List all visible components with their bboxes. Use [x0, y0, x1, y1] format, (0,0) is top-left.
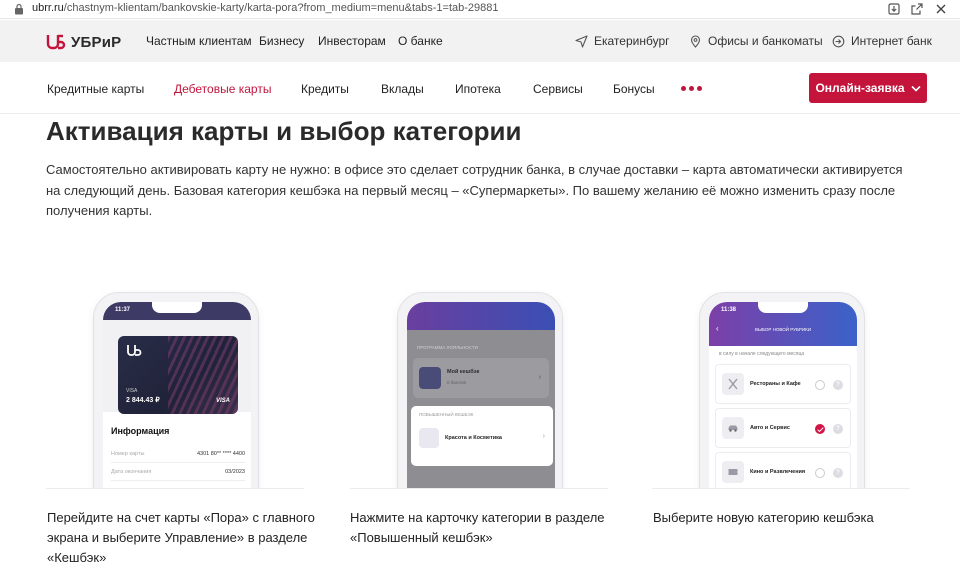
top-navigation: УБРиР Частным клиентам Бизнесу Инвестора… [0, 20, 960, 62]
cinema-icon [722, 461, 744, 483]
screen-header: Выбор новой рубрики [754, 327, 812, 332]
category-item: Авто и Сервис ? [715, 408, 851, 448]
logo-mark-icon [46, 34, 66, 50]
download-icon[interactable] [887, 2, 901, 16]
chevron-down-icon [910, 85, 921, 92]
cutlery-icon [722, 373, 744, 395]
nav-about-bank[interactable]: О банке [398, 34, 443, 48]
nav-mortgage[interactable]: Ипотека [455, 82, 501, 96]
browser-address-bar: ubrr.ru/chastnym-klientam/bankovskie-kar… [0, 0, 960, 19]
category-title: Кино и Развлечения [750, 469, 806, 475]
city-label: Екатеринбург [594, 34, 670, 48]
chevron-right-icon: › [538, 374, 541, 381]
nav-deposits[interactable]: Вклады [381, 82, 424, 96]
offices-label: Офисы и банкоматы [708, 34, 823, 48]
step-3-caption: Выберите новую категорию кешбэка [653, 510, 874, 525]
nav-business[interactable]: Бизнесу [259, 34, 304, 48]
row-label: Дата окончания [111, 469, 152, 475]
nav-debit-cards[interactable]: Дебетовые карты [174, 82, 271, 96]
logo-text: УБРиР [71, 33, 122, 51]
card-type: VISA [126, 388, 138, 394]
info-title: Информация [111, 426, 170, 436]
phone-mockup: ‹ Выбор новой рубрики 11:38 в силу в нач… [699, 292, 865, 489]
online-application-button[interactable]: Онлайн-заявка [809, 73, 927, 103]
card-logo-icon [127, 345, 142, 356]
nav-bonuses[interactable]: Бонусы [613, 82, 655, 96]
close-icon[interactable] [934, 2, 948, 16]
nav-private-clients[interactable]: Частным клиентам [146, 34, 252, 48]
category-item: Рестораны и Кафе ? [715, 364, 851, 404]
info-row: Номер карты 4301 80** **** 4400 [111, 451, 245, 457]
nav-investors[interactable]: Инвесторам [318, 34, 386, 48]
radio-unchecked [815, 468, 825, 478]
cashback-logo-icon [419, 367, 441, 389]
cashback-points: 0 баллов [447, 380, 466, 385]
help-icon: ? [833, 424, 843, 434]
category-title: Рестораны и Кафе [750, 381, 801, 387]
screen-subtitle: в силу в начале следующего месяца [719, 351, 805, 357]
apply-label: Онлайн-заявка [815, 81, 905, 95]
info-row: Дата окончания 03/2023 [111, 469, 245, 475]
increased-cashback-label: Повышенный кешбэк [419, 412, 474, 417]
radio-checked [815, 424, 825, 434]
row-value: 4301 80** **** 4400 [196, 451, 245, 457]
product-navigation: Кредитные карты Дебетовые карты Кредиты … [0, 62, 960, 114]
internet-bank-label: Интернет банк [851, 34, 932, 48]
phone-mockup: Программа лояльности Мой кешбэк 0 баллов… [397, 292, 563, 489]
bank-card: VISA 2 844.43 ₽ VISA [118, 336, 238, 414]
nav-loans[interactable]: Кредиты [301, 82, 349, 96]
share-icon[interactable] [910, 2, 924, 16]
card-brand: VISA [215, 398, 230, 404]
nav-services[interactable]: Сервисы [533, 82, 583, 96]
increased-cashback-card: Повышенный кешбэк Красота и Косметика › [411, 406, 553, 466]
help-icon: ? [833, 380, 843, 390]
login-icon [832, 35, 845, 47]
ubrr-logo[interactable]: УБРиР [46, 32, 121, 52]
cashback-card: Мой кешбэк 0 баллов › [413, 358, 549, 398]
url-field[interactable]: ubrr.ru/chastnym-klientam/bankovskie-kar… [32, 2, 499, 14]
row-value: 03/2023 [225, 469, 245, 475]
page-title: Активация карты и выбор категории [46, 116, 522, 146]
map-pin-icon [690, 34, 701, 48]
url-path: /chastnym-klientam/bankovskie-karty/kart… [63, 2, 499, 14]
card-balance: 2 844.43 ₽ [126, 397, 160, 404]
step-1-caption: Перейдите на счет карты «Пора» с главног… [47, 510, 315, 565]
step-2-caption: Нажмите на карточку категории в разделе … [350, 510, 605, 545]
internet-bank-link[interactable]: Интернет банк [832, 34, 932, 48]
lead-paragraph: Самостоятельно активировать карту не нуж… [46, 162, 903, 218]
help-icon: ? [833, 468, 843, 478]
category-item: Кино и Развлечения ? [715, 452, 851, 489]
url-host: ubrr.ru [32, 2, 64, 14]
section-label: Программа лояльности [417, 345, 478, 350]
city-selector[interactable]: Екатеринбург [575, 34, 670, 48]
cashback-title: Мой кешбэк [447, 369, 480, 375]
more-menu-icon[interactable] [681, 86, 702, 91]
cosmetics-icon [419, 428, 439, 448]
step-3-illustration: ‹ Выбор новой рубрики 11:38 в силу в нач… [652, 290, 910, 489]
step-1-illustration: 11:37 VISA 2 844.43 ₽ VISA Информация Но… [46, 290, 304, 489]
category-title: Авто и Сервис [750, 425, 790, 431]
car-icon [722, 417, 744, 439]
location-arrow-icon [575, 34, 588, 48]
step-2-illustration: Программа лояльности Мой кешбэк 0 баллов… [350, 290, 608, 489]
lock-icon [15, 3, 23, 15]
phone-mockup: 11:37 VISA 2 844.43 ₽ VISA Информация Но… [93, 292, 259, 489]
chevron-right-icon: › [542, 433, 545, 440]
category-title: Красота и Косметика [445, 435, 502, 441]
nav-credit-cards[interactable]: Кредитные карты [47, 82, 144, 96]
offices-atms-link[interactable]: Офисы и банкоматы [689, 34, 823, 48]
row-label: Номер карты [111, 451, 145, 457]
radio-unchecked [815, 380, 825, 390]
